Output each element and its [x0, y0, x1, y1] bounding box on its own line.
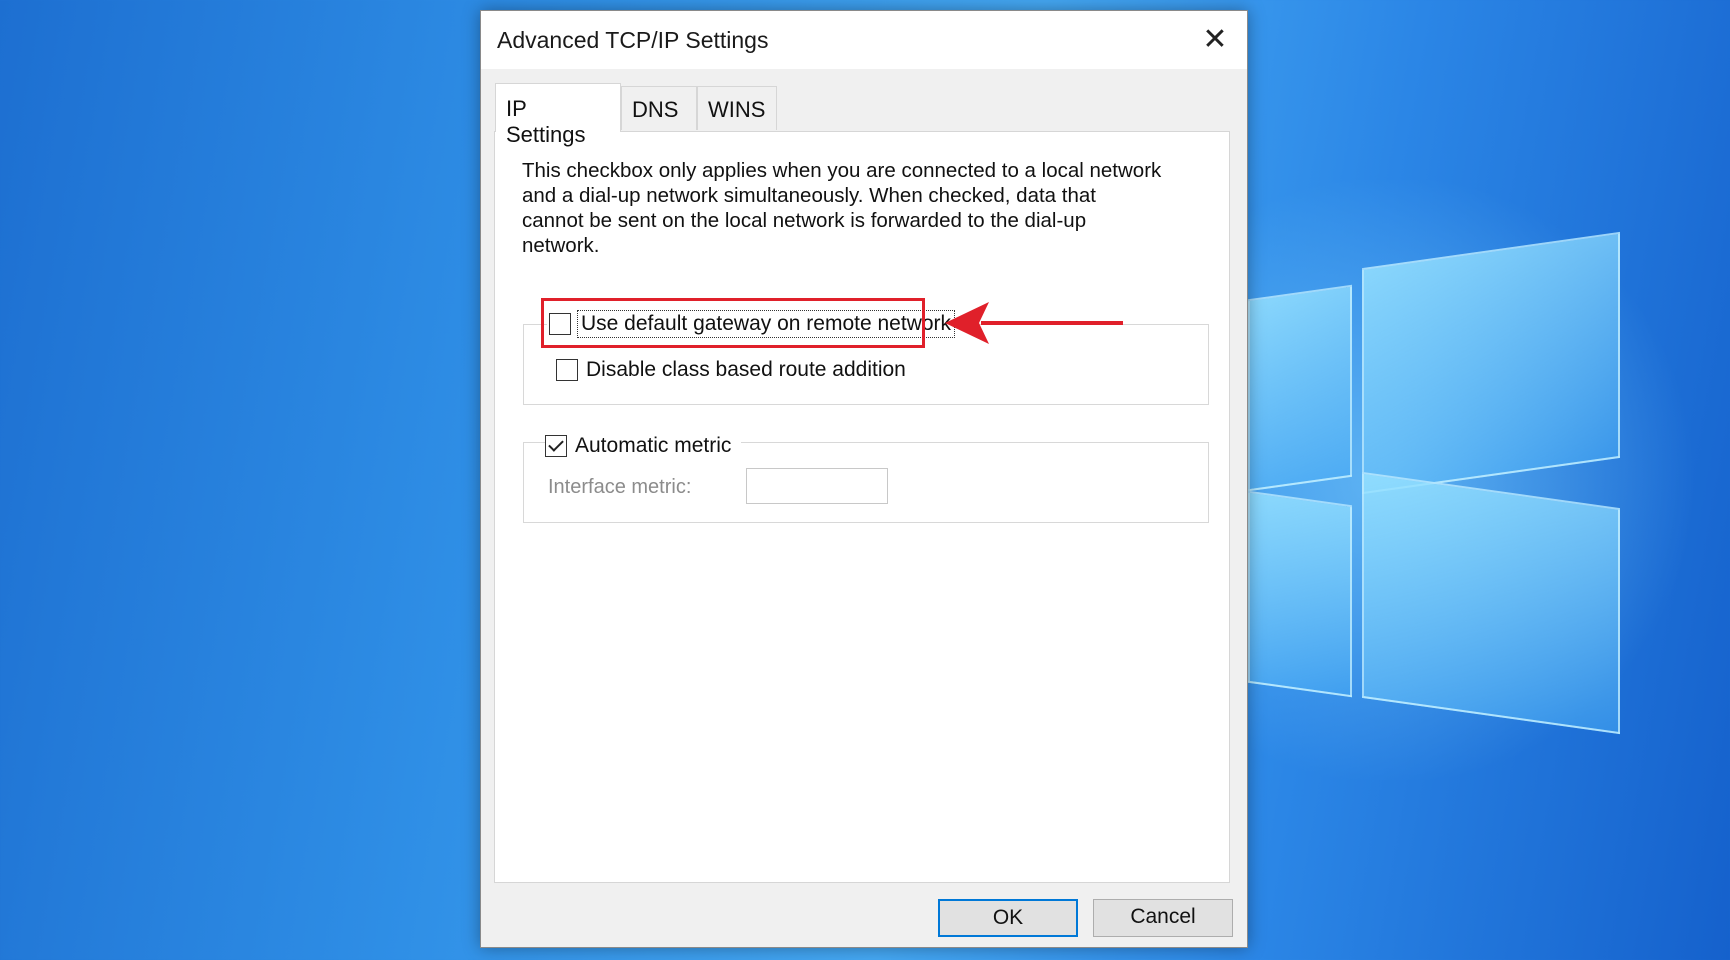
- checkbox-icon: [556, 359, 578, 381]
- automatic-metric-label: Automatic metric: [575, 434, 732, 457]
- ok-button[interactable]: OK: [938, 899, 1078, 937]
- close-icon[interactable]: ✕: [1183, 11, 1247, 69]
- use-default-gateway-checkbox[interactable]: Use default gateway on remote network: [547, 310, 960, 338]
- dialog-title: Advanced TCP/IP Settings: [497, 27, 769, 53]
- checkmark-icon: [545, 435, 567, 457]
- automatic-metric-checkbox[interactable]: Automatic metric: [545, 434, 742, 458]
- disable-class-route-label: Disable class based route addition: [586, 358, 906, 381]
- cancel-button[interactable]: Cancel: [1093, 899, 1233, 937]
- use-default-gateway-label: Use default gateway on remote network: [576, 310, 956, 338]
- tab-dns[interactable]: DNS: [621, 86, 697, 130]
- tab-wins[interactable]: WINS: [697, 86, 777, 130]
- ip-settings-panel: This checkbox only applies when you are …: [494, 131, 1230, 883]
- red-arrow-left-icon: [945, 302, 1123, 344]
- advanced-tcpip-dialog: Advanced TCP/IP Settings ✕ IP Settings D…: [480, 10, 1248, 948]
- checkbox-icon: [549, 313, 571, 335]
- interface-metric-label: Interface metric:: [548, 476, 692, 498]
- tab-ip-settings[interactable]: IP Settings: [495, 83, 621, 147]
- interface-metric-input[interactable]: [746, 468, 888, 504]
- gateway-description: This checkbox only applies when you are …: [522, 159, 1162, 257]
- title-bar: Advanced TCP/IP Settings ✕: [481, 11, 1247, 69]
- windows-logo-icon: [1248, 231, 1620, 735]
- disable-class-route-checkbox[interactable]: Disable class based route addition: [556, 358, 906, 382]
